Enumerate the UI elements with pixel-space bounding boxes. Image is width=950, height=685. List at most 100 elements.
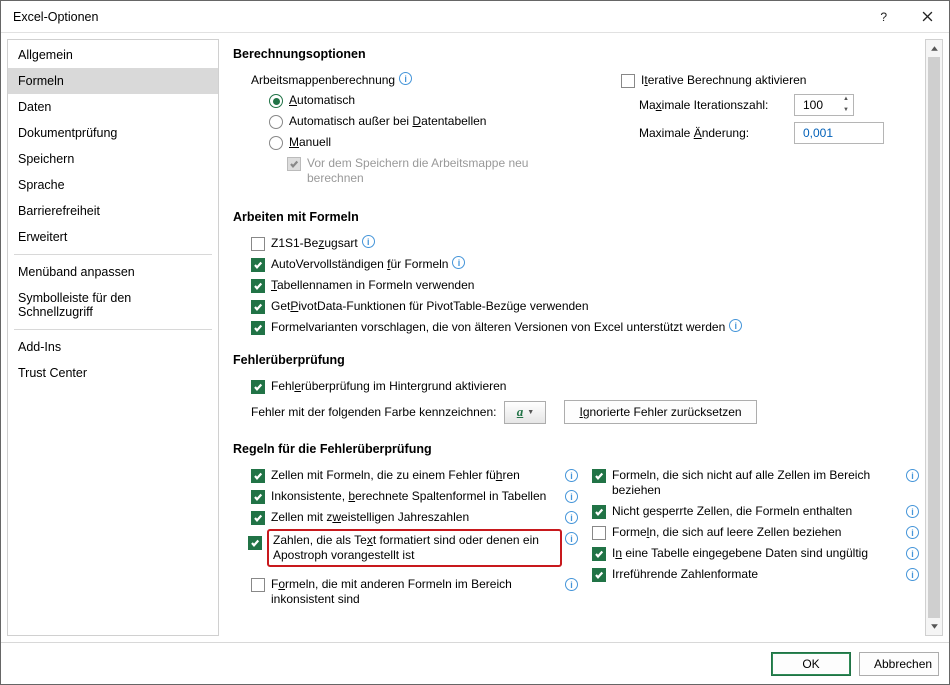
cancel-button[interactable]: Abbrechen xyxy=(859,652,939,676)
help-button[interactable]: ? xyxy=(861,1,905,33)
label-auto-ausser: Automatisch außer bei Datentabellen xyxy=(289,114,486,128)
window-title: Excel-Optionen xyxy=(13,10,861,24)
checkbox-rule-nicht-gesperrt[interactable] xyxy=(592,505,606,519)
scrollbar-thumb[interactable] xyxy=(928,57,940,618)
sidebar-item-barrierefreiheit[interactable]: Barrierefreiheit xyxy=(8,198,218,224)
heading-regeln: Regeln für die Fehlerüberprüfung xyxy=(233,442,919,456)
spinner-up-icon[interactable]: ▲ xyxy=(841,96,851,103)
sidebar-item-schnellzugriff[interactable]: Symbolleiste für den Schnellzugriff xyxy=(8,285,218,325)
sidebar-divider xyxy=(14,329,212,330)
checkbox-rule-irrefuehrend[interactable] xyxy=(592,568,606,582)
label-rule-inkonsistente-formeln: Formeln, die mit anderen Formeln im Bere… xyxy=(271,577,558,607)
sidebar-divider xyxy=(14,254,212,255)
checkbox-tabellennamen[interactable] xyxy=(251,279,265,293)
heading-berechnungsoptionen: Berechnungsoptionen xyxy=(233,47,919,61)
color-swatch-icon: a xyxy=(517,404,524,420)
label-recalc-before-save: Vor dem Speichern die Arbeitsmappe neu b… xyxy=(307,156,537,186)
checkbox-rule-nicht-alle-zellen[interactable] xyxy=(592,469,606,483)
label-arbeitsmappenberechnung: Arbeitsmappenberechnung xyxy=(251,73,395,87)
info-icon[interactable]: i xyxy=(565,578,578,591)
input-max-iterationszahl[interactable]: 100 ▲ ▼ xyxy=(794,94,854,116)
info-icon[interactable]: i xyxy=(906,547,919,560)
label-rule-nicht-alle-zellen: Formeln, die sich nicht auf alle Zellen … xyxy=(612,468,899,498)
scrollbar-down-button[interactable] xyxy=(926,618,942,635)
info-icon[interactable]: i xyxy=(565,511,578,524)
info-icon[interactable]: i xyxy=(565,532,578,545)
label-autovervollstaendigen: AutoVervollständigen für Formeln xyxy=(271,257,448,271)
value-max-iteration: 100 xyxy=(803,98,823,112)
sidebar-item-allgemein[interactable]: Allgemein xyxy=(8,42,218,68)
label-max-iterationszahl: Maximale Iterationszahl: xyxy=(639,98,794,112)
checkbox-fehler-hintergrund[interactable] xyxy=(251,380,265,394)
label-max-aenderung: Maximale Änderung: xyxy=(639,126,794,140)
info-icon[interactable]: i xyxy=(565,469,578,482)
sidebar-item-formeln[interactable]: Formeln xyxy=(8,68,218,94)
sidebar-item-trust-center[interactable]: Trust Center xyxy=(8,360,218,386)
checkbox-rule-zahlen-als-text[interactable] xyxy=(248,536,262,550)
sidebar-item-menueband[interactable]: Menüband anpassen xyxy=(8,259,218,285)
label-fehler-hintergrund: Fehlerüberprüfung im Hintergrund aktivie… xyxy=(271,379,506,393)
sidebar-item-addins[interactable]: Add-Ins xyxy=(8,334,218,360)
dialog-footer: OK Abbrechen xyxy=(1,642,949,684)
label-rule-nicht-gesperrt: Nicht gesperrte Zellen, die Formeln enth… xyxy=(612,504,852,519)
checkbox-legacy-formeln[interactable] xyxy=(251,321,265,335)
sidebar-item-dokumentpruefung[interactable]: Dokumentprüfung xyxy=(8,120,218,146)
ok-button[interactable]: OK xyxy=(771,652,851,676)
section-regeln-fehlerueberpruefung: Regeln für die Fehlerüberprüfung Zellen … xyxy=(233,442,919,613)
info-icon[interactable]: i xyxy=(399,72,412,85)
button-fehler-zuruecksetzen[interactable]: Ignorierte Fehler zurücksetzen xyxy=(564,400,756,424)
label-rule-inkonsistente-spalten: Inkonsistente, berechnete Spaltenformel … xyxy=(271,489,546,504)
titlebar: Excel-Optionen ? xyxy=(1,1,949,33)
sidebar-item-sprache[interactable]: Sprache xyxy=(8,172,218,198)
sidebar-item-daten[interactable]: Daten xyxy=(8,94,218,120)
content-wrap: Berechnungsoptionen Arbeitsmappenberechn… xyxy=(225,39,943,636)
checkbox-getpivotdata[interactable] xyxy=(251,300,265,314)
highlighted-option: Zahlen, die als Text formatiert sind ode… xyxy=(267,529,562,567)
vertical-scrollbar[interactable] xyxy=(925,39,943,636)
radio-manuell[interactable] xyxy=(269,136,283,150)
label-rule-irrefuehrend: Irreführende Zahlenformate xyxy=(612,567,758,582)
content-panel: Berechnungsoptionen Arbeitsmappenberechn… xyxy=(225,39,925,636)
dropdown-icon: ▼ xyxy=(527,409,534,416)
label-legacy-formeln: Formelvarianten vorschlagen, die von ält… xyxy=(271,320,725,334)
checkbox-rule-jahreszahlen[interactable] xyxy=(251,511,265,525)
checkbox-rule-leere-zellen[interactable] xyxy=(592,526,606,540)
label-fehler-farbe: Fehler mit der folgenden Farbe kennzeich… xyxy=(251,405,496,419)
checkbox-autovervollstaendigen[interactable] xyxy=(251,258,265,272)
checkbox-recalc-before-save xyxy=(287,157,301,171)
checkbox-rule-inkonsistente-formeln[interactable] xyxy=(251,578,265,592)
info-icon[interactable]: i xyxy=(906,526,919,539)
input-max-aenderung[interactable]: 0,001 xyxy=(794,122,884,144)
scrollbar-up-button[interactable] xyxy=(926,40,942,57)
heading-arbeiten-mit-formeln: Arbeiten mit Formeln xyxy=(233,210,919,224)
heading-fehlerueberpruefung: Fehlerüberprüfung xyxy=(233,353,919,367)
spinner-down-icon[interactable]: ▼ xyxy=(841,107,851,114)
close-button[interactable] xyxy=(905,1,949,33)
info-icon[interactable]: i xyxy=(906,568,919,581)
info-icon[interactable]: i xyxy=(906,505,919,518)
label-tabellennamen: Tabellennamen in Formeln verwenden xyxy=(271,278,474,292)
label-automatisch: Automatisch xyxy=(289,93,355,107)
label-z1s1: Z1S1-Bezugsart xyxy=(271,236,358,250)
sidebar-item-erweitert[interactable]: Erweitert xyxy=(8,224,218,250)
info-icon[interactable]: i xyxy=(452,256,465,269)
info-icon[interactable]: i xyxy=(729,319,742,332)
sidebar-item-speichern[interactable]: Speichern xyxy=(8,146,218,172)
value-max-aenderung: 0,001 xyxy=(803,126,833,140)
label-iterative-berechnung: Iterative Berechnung aktivieren xyxy=(641,73,806,87)
info-icon[interactable]: i xyxy=(362,235,375,248)
checkbox-rule-ungueltige-daten[interactable] xyxy=(592,547,606,561)
scrollbar-track[interactable] xyxy=(926,57,942,618)
info-icon[interactable]: i xyxy=(565,490,578,503)
checkbox-z1s1[interactable] xyxy=(251,237,265,251)
label-manuell: Manuell xyxy=(289,135,331,149)
checkbox-rule-inkonsistente-spalten[interactable] xyxy=(251,490,265,504)
checkbox-rule-fehler-formeln[interactable] xyxy=(251,469,265,483)
button-fehler-farbe[interactable]: a ▼ xyxy=(504,401,546,424)
section-berechnungsoptionen: Berechnungsoptionen Arbeitsmappenberechn… xyxy=(233,47,919,192)
radio-automatisch[interactable] xyxy=(269,94,283,108)
radio-auto-ausser-datentabellen[interactable] xyxy=(269,115,283,129)
label-rule-jahreszahlen: Zellen mit zweistelligen Jahreszahlen xyxy=(271,510,469,525)
checkbox-iterative-berechnung[interactable] xyxy=(621,74,635,88)
info-icon[interactable]: i xyxy=(906,469,919,482)
